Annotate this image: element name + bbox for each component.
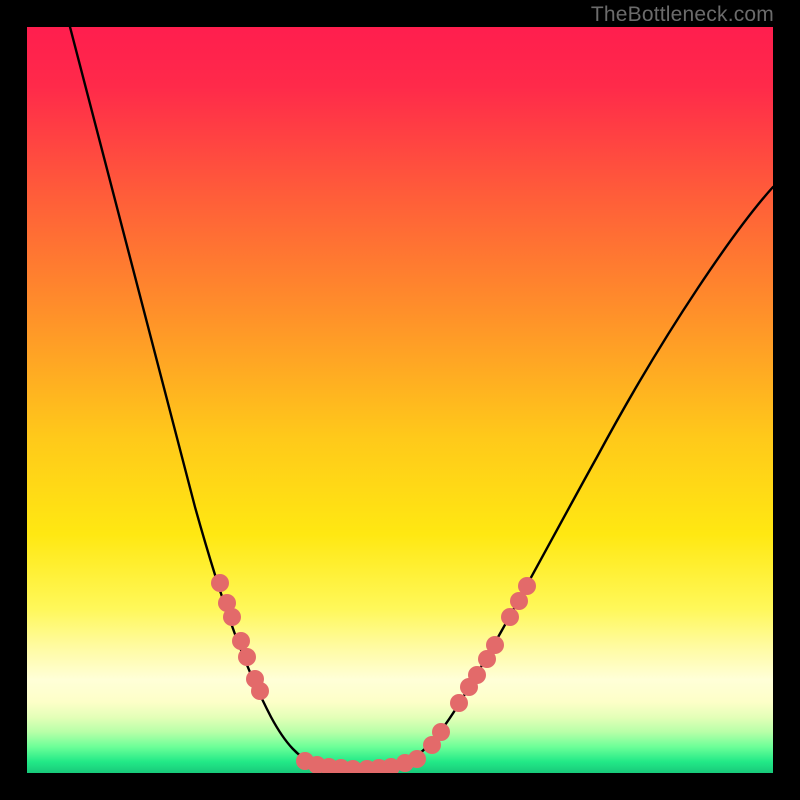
chart-frame — [27, 27, 773, 773]
watermark-text: TheBottleneck.com — [591, 3, 774, 27]
chart-background-gradient — [27, 27, 773, 773]
